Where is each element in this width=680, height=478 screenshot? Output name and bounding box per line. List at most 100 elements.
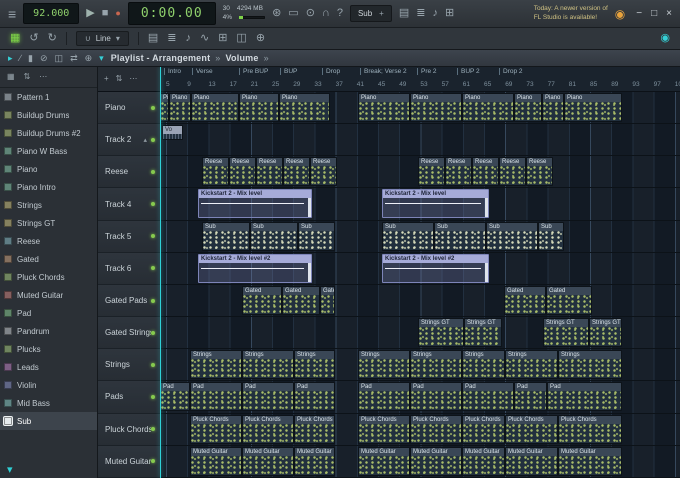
clip[interactable]: Muted Guitar: [294, 446, 335, 476]
track-lane[interactable]: Sub Sub Sub Sub Sub Sub Sub: [160, 220, 680, 253]
track-header[interactable]: Strings: [98, 349, 160, 382]
clip[interactable]: Reese: [418, 157, 445, 187]
clip[interactable]: Sub: [486, 221, 538, 251]
clip[interactable]: Muted Guitar: [558, 446, 622, 476]
track-header[interactable]: Pluck Chords: [98, 413, 160, 446]
zoom-tool-icon[interactable]: ⊕: [85, 53, 93, 63]
pattern-item[interactable]: Strings GT: [0, 214, 97, 232]
zoom-icon[interactable]: ⊕: [256, 33, 265, 44]
clip[interactable]: Pluck Chords: [462, 414, 505, 444]
clip[interactable]: Piano: [160, 93, 169, 122]
clip[interactable]: Reese: [445, 157, 472, 187]
clip[interactable]: Pluck Chords: [505, 414, 558, 444]
clip[interactable]: Strings: [505, 350, 558, 380]
clip[interactable]: Pluck Chords: [558, 414, 622, 444]
typing-keyboard-icon[interactable]: ▭: [288, 8, 298, 19]
track-header[interactable]: Track 2 ▴: [98, 124, 160, 157]
clip[interactable]: Pad: [514, 382, 547, 412]
pattern-item[interactable]: Gated: [0, 250, 97, 268]
time-display[interactable]: 0:00.00: [127, 2, 216, 25]
track-header[interactable]: Pads: [98, 381, 160, 414]
clip[interactable]: Strings: [558, 350, 622, 380]
snap-selector[interactable]: ∪ Line ▾: [75, 31, 129, 46]
clip[interactable]: Sub: [202, 221, 250, 251]
help-icon[interactable]: ?: [337, 8, 343, 19]
pattern-item[interactable]: Piano W Bass: [0, 142, 97, 160]
play-button[interactable]: ▶: [86, 8, 94, 19]
clip[interactable]: Muted Guitar: [462, 446, 505, 476]
waveform-icon[interactable]: ∿: [200, 33, 209, 44]
clip[interactable]: Strings: [410, 350, 462, 380]
pattern-item[interactable]: Pad: [0, 304, 97, 322]
clip[interactable]: Strings: [462, 350, 505, 380]
clip[interactable]: Piano: [514, 93, 542, 122]
clip[interactable]: Strings: [242, 350, 294, 380]
pattern-item[interactable]: Pandrum: [0, 322, 97, 340]
redo-icon[interactable]: ↻: [48, 33, 57, 44]
pattern-item[interactable]: Piano: [0, 160, 97, 178]
clip[interactable]: Pluck Chords: [358, 414, 410, 444]
clip[interactable]: Piano: [169, 93, 191, 122]
track-lane[interactable]: Vo: [160, 124, 680, 157]
piano-roll-panel-icon[interactable]: ♪: [432, 8, 438, 19]
clip[interactable]: Piano: [358, 93, 410, 122]
pattern-selector[interactable]: Sub +: [349, 5, 392, 22]
track-header[interactable]: Piano: [98, 92, 160, 125]
clip[interactable]: Strings GT: [543, 318, 589, 348]
clip[interactable]: Reese: [472, 157, 499, 187]
clip[interactable]: Sub: [382, 221, 434, 251]
clip[interactable]: Kickstart 2 - Mix level: [198, 189, 312, 219]
pattern-item[interactable]: Muted Guitar: [0, 286, 97, 304]
clip[interactable]: Strings: [190, 350, 242, 380]
track-header[interactable]: Track 5: [98, 220, 160, 253]
clip[interactable]: Piano: [191, 93, 239, 122]
undo-icon[interactable]: ↺: [29, 33, 38, 44]
clip[interactable]: Reese: [310, 157, 337, 187]
clip[interactable]: Reese: [283, 157, 310, 187]
track-header[interactable]: Gated Strings: [98, 317, 160, 350]
clip[interactable]: Gated: [282, 285, 320, 315]
clip[interactable]: Muted Guitar: [505, 446, 558, 476]
mixer-icon[interactable]: ≣: [167, 33, 176, 44]
fl-robot-icon[interactable]: ◉: [660, 33, 670, 44]
timeline-marker[interactable]: Drop 2: [499, 68, 523, 75]
clip[interactable]: Sub: [298, 221, 335, 251]
timeline-marker[interactable]: Break; Verse 2: [360, 68, 407, 75]
slip-tool-icon[interactable]: ⇄: [70, 53, 78, 63]
timeline-ruler[interactable]: Intro Verse Pre BUP BUP Drop Break; Verse 2 Pr…: [160, 67, 680, 92]
corner-options-icon[interactable]: ⋯: [129, 75, 137, 83]
clip[interactable]: Piano: [564, 93, 622, 122]
maximize-button[interactable]: □: [651, 8, 657, 19]
clip[interactable]: Reese: [256, 157, 283, 187]
plugin-grid-icon[interactable]: ⊞: [218, 33, 227, 44]
timeline-marker[interactable]: Pre 2: [417, 68, 437, 75]
timeline-marker[interactable]: Pre BUP: [239, 68, 268, 75]
clip[interactable]: Pad: [160, 382, 190, 412]
add-pattern-icon[interactable]: +: [379, 9, 384, 18]
menu-icon[interactable]: ≡: [8, 7, 16, 21]
pattern-item[interactable]: Pluck Chords: [0, 268, 97, 286]
clip[interactable]: Muted Guitar: [190, 446, 242, 476]
mute-tool-icon[interactable]: ◫: [55, 53, 64, 63]
record-button[interactable]: ●: [115, 9, 120, 18]
timeline-marker[interactable]: Intro: [164, 68, 181, 75]
clip[interactable]: Pad: [462, 382, 514, 412]
clip[interactable]: Pad: [410, 382, 462, 412]
clip[interactable]: Pad: [294, 382, 335, 412]
pattern-item[interactable]: Leads: [0, 358, 97, 376]
clip[interactable]: Pluck Chords: [294, 414, 335, 444]
pattern-item[interactable]: Piano Intro: [0, 178, 97, 196]
chart-icon[interactable]: ▤: [148, 33, 158, 44]
playlist-titlebar[interactable]: ▸ ∕ ▮ ⊘ ◫ ⇄ ⊕ ▾ Playlist - Arrangement »…: [0, 50, 680, 67]
clip[interactable]: Piano: [462, 93, 514, 122]
pattern-item[interactable]: Violin: [0, 376, 97, 394]
headphones-icon[interactable]: ∩: [322, 8, 330, 19]
track-lane[interactable]: Pad Pad Pad Pad Pad Pad Pad Pad Pad: [160, 381, 680, 414]
update-notification[interactable]: Today: A newer version of FL Studio is a…: [534, 5, 608, 22]
clip[interactable]: Kickstart 2 - Mix level #2: [198, 253, 312, 283]
clip[interactable]: Sub: [434, 221, 486, 251]
clip[interactable]: Muted Guitar: [358, 446, 410, 476]
clip[interactable]: Strings GT: [418, 318, 464, 348]
tempo-display[interactable]: 92.000: [23, 3, 80, 24]
clip[interactable]: Strings: [358, 350, 410, 380]
